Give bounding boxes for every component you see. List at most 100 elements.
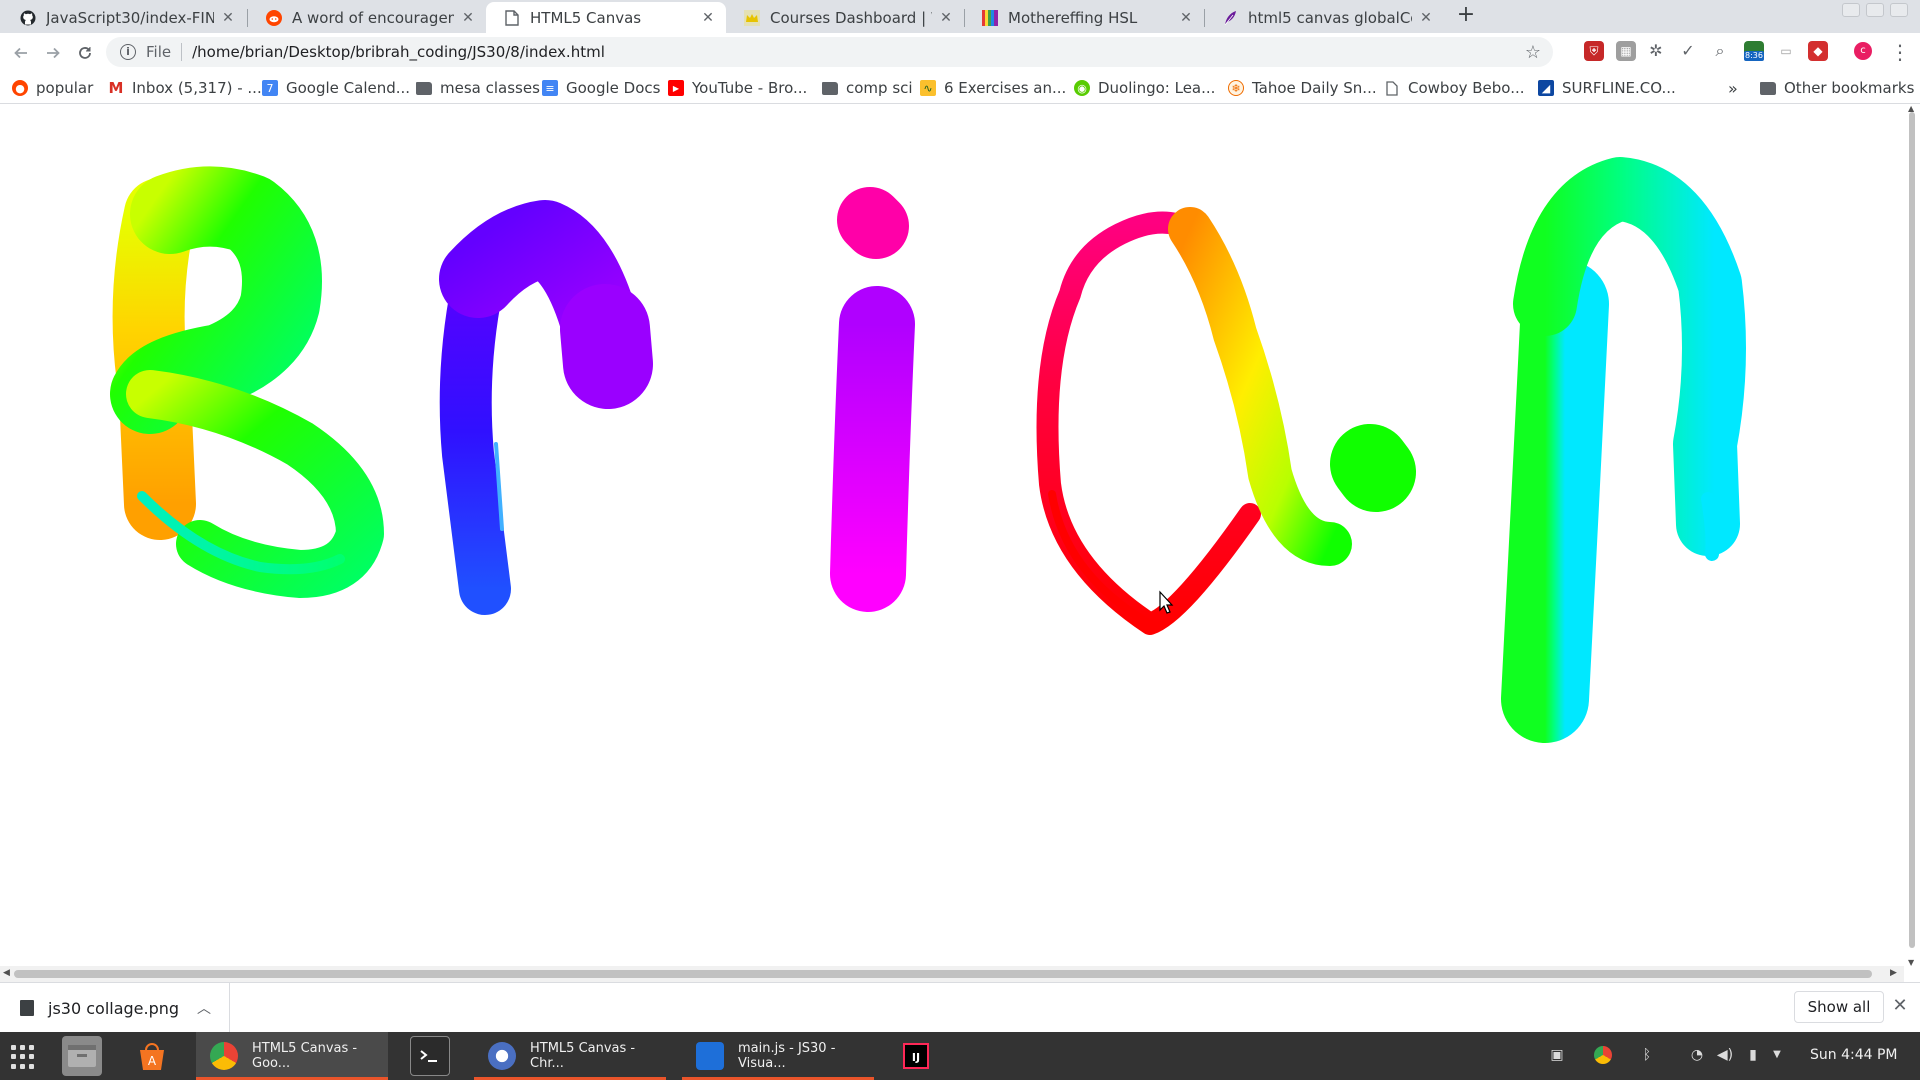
close-icon[interactable]: ✕: [938, 10, 954, 26]
check-circle-icon[interactable]: ✓: [1678, 41, 1698, 61]
scroll-down-arrow-icon[interactable]: ▼: [1908, 958, 1914, 967]
files-icon[interactable]: [62, 1036, 102, 1076]
ublock-icon[interactable]: ⛨: [1584, 41, 1604, 61]
show-all-button[interactable]: Show all: [1794, 991, 1884, 1023]
bluetooth-icon[interactable]: ᛒ: [1638, 1046, 1656, 1064]
bookmark-label: Google Docs: [566, 79, 661, 97]
tab-encouragement[interactable]: A word of encouragement ✕: [248, 2, 486, 33]
info-icon[interactable]: i: [120, 44, 136, 60]
extension-badge: 8:36: [1744, 51, 1764, 61]
pdf-icon[interactable]: ◆: [1808, 41, 1828, 61]
taskbar-clock[interactable]: Sun 4:44 PM: [1810, 1047, 1898, 1063]
close-icon[interactable]: ✕: [1178, 10, 1194, 26]
bookmark-star-icon[interactable]: ☆: [1521, 42, 1545, 63]
calendar-icon: 7: [262, 80, 278, 96]
forward-button[interactable]: [40, 40, 66, 66]
bookmark-duolingo[interactable]: ◉ Duolingo: Lea...: [1074, 78, 1215, 98]
terminal-icon[interactable]: [410, 1036, 450, 1076]
reload-button[interactable]: [72, 40, 98, 66]
bookmark-folder-mesa-classes[interactable]: mesa classes: [416, 78, 540, 98]
close-icon[interactable]: ✕: [220, 10, 236, 26]
os-taskbar: A HTML5 Canvas - Goo... HTML5 Canvas - C…: [0, 1032, 1920, 1080]
tab-title: Courses Dashboard | Wes: [770, 8, 932, 27]
intellij-icon[interactable]: IJ: [896, 1036, 936, 1076]
other-bookmarks[interactable]: Other bookmarks: [1760, 78, 1914, 98]
wifi-icon[interactable]: ◔: [1688, 1046, 1706, 1064]
bookmark-cowboy-bebop[interactable]: Cowboy Bebo...: [1384, 78, 1525, 98]
svg-text:IJ: IJ: [912, 1051, 920, 1064]
bookmark-tahoe-daily[interactable]: ❄ Tahoe Daily Sn...: [1228, 78, 1377, 98]
chrome-tray-icon[interactable]: [1594, 1046, 1612, 1064]
volume-icon[interactable]: ◀): [1716, 1046, 1734, 1064]
tab-mothereffing-hsl[interactable]: Mothereffing HSL ✕: [964, 2, 1204, 33]
tab-title: html5 canvas globalComp: [1248, 8, 1412, 27]
software-center-icon[interactable]: A: [132, 1036, 172, 1076]
taskbar-window-chrome[interactable]: HTML5 Canvas - Goo...: [196, 1032, 388, 1080]
timer-extension-icon[interactable]: 8:36: [1744, 41, 1764, 61]
search-icon[interactable]: ⌕: [1710, 41, 1730, 61]
vscode-icon: [696, 1042, 724, 1070]
chevron-down-icon[interactable]: ▼: [1768, 1046, 1786, 1064]
back-arrow-icon: [14, 47, 27, 59]
horizontal-scroll-thumb[interactable]: [14, 970, 1872, 978]
tab-javascript30[interactable]: JavaScript30/index-FINISH ✕: [2, 2, 246, 33]
url-text[interactable]: /home/brian/Desktop/bribrah_coding/JS30/…: [192, 43, 1521, 61]
scroll-right-arrow-icon[interactable]: ▶: [1890, 968, 1897, 978]
close-window-button[interactable]: [1890, 3, 1908, 17]
scroll-left-arrow-icon[interactable]: ◀: [3, 968, 10, 978]
download-item[interactable]: js30 collage.png ︿: [0, 983, 230, 1033]
taskbar-window-chromium[interactable]: HTML5 Canvas - Chr...: [474, 1032, 666, 1080]
bookmark-google-calendar[interactable]: 7 Google Calend...: [262, 78, 410, 98]
vertical-scrollbar[interactable]: ▲ ▼: [1904, 104, 1920, 972]
battery-icon[interactable]: ▮: [1744, 1046, 1762, 1064]
bookmark-youtube[interactable]: ▶ YouTube - Bro...: [668, 78, 807, 98]
bookmark-folder-comp-sci[interactable]: comp sci: [822, 78, 913, 98]
chevron-up-icon[interactable]: ︿: [197, 998, 211, 1018]
close-icon[interactable]: ✕: [700, 10, 716, 26]
vertical-scroll-thumb[interactable]: [1909, 112, 1915, 948]
horizontal-scrollbar[interactable]: ◀ ▶: [0, 966, 1904, 982]
drawing-canvas[interactable]: [0, 104, 1904, 972]
taskbar-window-vscode[interactable]: main.js - JS30 - Visua...: [682, 1032, 874, 1080]
page-icon: [1384, 80, 1400, 96]
folder-icon: [416, 81, 432, 95]
tab-courses-dashboard[interactable]: Courses Dashboard | Wes ✕: [726, 2, 964, 33]
app-grid-icon[interactable]: [10, 1044, 36, 1070]
bookmarks-overflow-chevron[interactable]: »: [1728, 78, 1738, 98]
tab-globalcomposite[interactable]: html5 canvas globalComp ✕: [1204, 2, 1444, 33]
bookmark-inbox[interactable]: M Inbox (5,317) - ...: [108, 78, 262, 98]
bookmark-label: comp sci: [846, 79, 913, 97]
bookmark-google-docs[interactable]: ≡ Google Docs: [542, 78, 660, 98]
bookmark-label: SURFLINE.CO...: [1562, 79, 1676, 97]
back-button[interactable]: [8, 40, 34, 66]
maximize-button[interactable]: [1866, 3, 1884, 17]
profile-avatar[interactable]: c: [1854, 42, 1872, 60]
tab-html5-canvas[interactable]: HTML5 Canvas ✕: [486, 2, 726, 33]
extension-grey-icon[interactable]: ▦: [1616, 41, 1636, 61]
close-icon[interactable]: ✕: [1890, 996, 1910, 1016]
bookmark-surfline[interactable]: ◢ SURFLINE.CO...: [1538, 78, 1676, 98]
taskbar-window-label: main.js - JS30 - Visua...: [738, 1041, 836, 1071]
image-file-icon: [20, 1000, 34, 1016]
bookmark-label: YouTube - Bro...: [692, 79, 808, 97]
download-filename: js30 collage.png: [48, 998, 180, 1018]
youtube-icon: ▶: [668, 80, 684, 96]
docs-icon: ≡: [542, 80, 558, 96]
chat-icon[interactable]: ▭: [1776, 41, 1796, 61]
puzzle-icon[interactable]: ✲: [1646, 41, 1666, 61]
stroke-letter-a-blob: [1330, 424, 1416, 512]
close-icon[interactable]: ✕: [1418, 10, 1434, 26]
close-icon[interactable]: ✕: [460, 10, 476, 26]
menu-kebab-icon[interactable]: ⋮: [1890, 39, 1910, 65]
address-bar[interactable]: i File /home/brian/Desktop/bribrah_codin…: [106, 37, 1553, 67]
chrome-icon: [210, 1042, 238, 1070]
bookmark-label: mesa classes: [440, 79, 540, 97]
camera-icon[interactable]: ▣: [1548, 1046, 1566, 1064]
bookmark-6-exercises[interactable]: ∿ 6 Exercises an...: [920, 78, 1066, 98]
bookmark-popular[interactable]: ● popular: [12, 78, 93, 98]
new-tab-button[interactable]: +: [1454, 4, 1478, 28]
minimize-button[interactable]: [1842, 3, 1860, 17]
url-scheme: File: [146, 43, 172, 61]
snow-icon: ❄: [1228, 80, 1244, 96]
hsl-icon: [982, 9, 998, 26]
